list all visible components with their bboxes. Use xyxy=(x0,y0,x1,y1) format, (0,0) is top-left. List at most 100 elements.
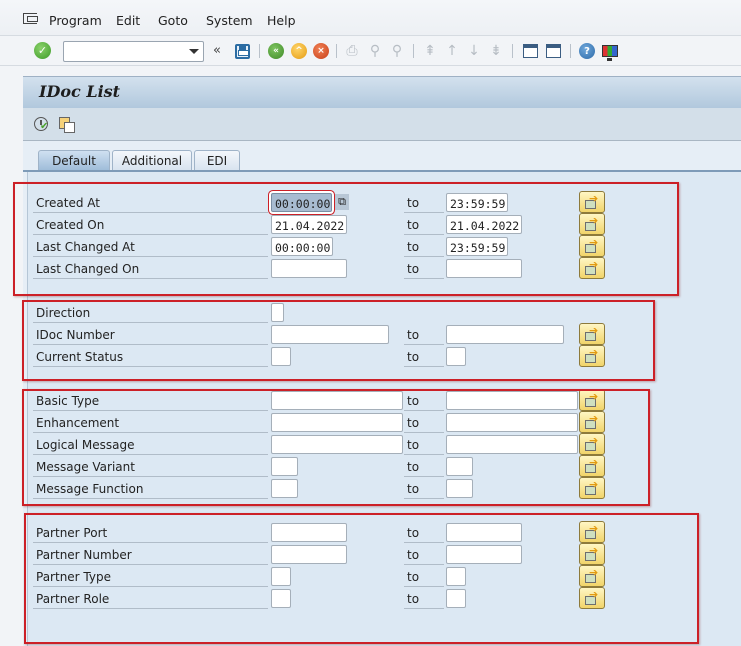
value-help-icon[interactable]: ⧉ xyxy=(335,194,349,210)
multiple-selection-button[interactable] xyxy=(579,257,605,279)
menu-icon[interactable] xyxy=(23,13,38,24)
multiple-selection-button[interactable] xyxy=(579,345,605,367)
menu-goto[interactable]: Goto xyxy=(158,13,188,28)
multiple-selection-icon xyxy=(585,236,599,253)
multiple-selection-button[interactable] xyxy=(579,543,605,565)
label-message-variant: Message Variant xyxy=(33,457,268,477)
get-variant-icon[interactable] xyxy=(57,115,75,133)
command-field[interactable] xyxy=(63,41,204,62)
multiple-selection-button[interactable] xyxy=(579,411,605,433)
multiple-selection-button[interactable] xyxy=(579,235,605,257)
menu-edit[interactable]: Edit xyxy=(116,13,140,28)
logical-message-to-field[interactable] xyxy=(446,435,578,454)
created-at-from-field[interactable] xyxy=(271,193,332,212)
partner-type-from-field[interactable] xyxy=(271,567,291,586)
multiple-selection-button[interactable] xyxy=(579,323,605,345)
idoc-number-from-field[interactable] xyxy=(271,325,389,344)
tab-additional[interactable]: Additional xyxy=(112,150,192,171)
exit-icon[interactable]: ^ xyxy=(290,42,308,60)
multiple-selection-button[interactable] xyxy=(579,213,605,235)
enhancement-from-field[interactable] xyxy=(271,413,403,432)
chevron-down-icon[interactable] xyxy=(189,49,199,54)
multiple-selection-icon xyxy=(585,456,599,473)
label-basic-type: Basic Type xyxy=(33,391,268,411)
basic-type-to-field[interactable] xyxy=(446,391,578,410)
to-label: to xyxy=(404,259,444,279)
enhancement-to-field[interactable] xyxy=(446,413,578,432)
current-status-from-field[interactable] xyxy=(271,347,291,366)
label-partner-type: Partner Type xyxy=(33,567,268,587)
multiple-selection-icon xyxy=(585,390,599,407)
customize-layout-icon[interactable] xyxy=(601,42,619,61)
partner-port-from-field[interactable] xyxy=(271,523,347,542)
to-label: to xyxy=(404,589,444,609)
direction-field[interactable] xyxy=(271,303,284,322)
logical-message-from-field[interactable] xyxy=(271,435,403,454)
multiple-selection-button[interactable] xyxy=(579,389,605,411)
partner-number-to-field[interactable] xyxy=(446,545,522,564)
last-changed-at-from-field[interactable] xyxy=(271,237,333,256)
find-icon[interactable]: ⚲ xyxy=(366,42,384,60)
new-session-icon[interactable] xyxy=(521,42,539,60)
next-page-icon[interactable]: ↓ xyxy=(465,42,483,60)
to-label: to xyxy=(404,215,444,235)
partner-port-to-field[interactable] xyxy=(446,523,522,542)
back-chevron-icon[interactable]: « xyxy=(213,43,221,58)
created-on-to-field[interactable] xyxy=(446,215,522,234)
label-partner-role: Partner Role xyxy=(33,589,268,609)
to-label: to xyxy=(404,523,444,543)
multiple-selection-button[interactable] xyxy=(579,521,605,543)
enter-icon[interactable]: ✓ xyxy=(34,42,51,59)
menu-help[interactable]: Help xyxy=(267,13,296,28)
menu-program[interactable]: Program xyxy=(49,13,102,28)
to-label: to xyxy=(404,567,444,587)
menu-system[interactable]: System xyxy=(206,13,253,28)
tab-edi[interactable]: EDI xyxy=(194,150,240,171)
multiple-selection-button[interactable] xyxy=(579,191,605,213)
basic-type-from-field[interactable] xyxy=(271,391,403,410)
partner-role-from-field[interactable] xyxy=(271,589,291,608)
last-changed-at-to-field[interactable] xyxy=(446,237,508,256)
execute-icon[interactable] xyxy=(32,115,50,133)
multiple-selection-button[interactable] xyxy=(579,455,605,477)
help-icon[interactable]: ? xyxy=(578,42,596,60)
multiple-selection-icon xyxy=(585,522,599,539)
multiple-selection-button[interactable] xyxy=(579,565,605,587)
left-frame xyxy=(0,66,23,646)
tab-default[interactable]: Default xyxy=(38,150,110,171)
message-variant-to-field[interactable] xyxy=(446,457,473,476)
multiple-selection-button[interactable] xyxy=(579,477,605,499)
partner-number-from-field[interactable] xyxy=(271,545,347,564)
created-at-to-field[interactable] xyxy=(446,193,508,212)
label-partner-port: Partner Port xyxy=(33,523,268,543)
cancel-icon[interactable]: × xyxy=(312,42,330,60)
to-label: to xyxy=(404,435,444,455)
last-changed-on-from-field[interactable] xyxy=(271,259,347,278)
previous-page-icon[interactable]: ↑ xyxy=(443,42,461,60)
message-function-to-field[interactable] xyxy=(446,479,473,498)
command-input[interactable] xyxy=(64,42,184,61)
multiple-selection-button[interactable] xyxy=(579,433,605,455)
current-status-to-field[interactable] xyxy=(446,347,466,366)
message-variant-from-field[interactable] xyxy=(271,457,298,476)
last-changed-on-to-field[interactable] xyxy=(446,259,522,278)
label-enhancement: Enhancement xyxy=(33,413,268,433)
message-function-from-field[interactable] xyxy=(271,479,298,498)
created-on-from-field[interactable] xyxy=(271,215,347,234)
first-page-icon[interactable]: ⇞ xyxy=(421,42,439,60)
back-icon[interactable]: « xyxy=(267,42,285,60)
partner-role-to-field[interactable] xyxy=(446,589,466,608)
partner-type-to-field[interactable] xyxy=(446,567,466,586)
multiple-selection-icon xyxy=(585,434,599,451)
system-toolbar: ✓ « « ^ × ⎙ ⚲ ⚲ ⇞ ↑ ↓ ⇟ ? xyxy=(0,36,741,66)
idoc-number-to-field[interactable] xyxy=(446,325,564,344)
title-bar: IDoc List xyxy=(23,76,741,108)
print-icon[interactable]: ⎙ xyxy=(343,42,361,60)
shortcut-icon[interactable] xyxy=(544,42,562,60)
find-next-icon[interactable]: ⚲ xyxy=(388,42,406,60)
multiple-selection-icon xyxy=(585,346,599,363)
label-created-on: Created On xyxy=(33,215,268,235)
multiple-selection-button[interactable] xyxy=(579,587,605,609)
last-page-icon[interactable]: ⇟ xyxy=(487,42,505,60)
save-icon[interactable] xyxy=(233,42,251,60)
